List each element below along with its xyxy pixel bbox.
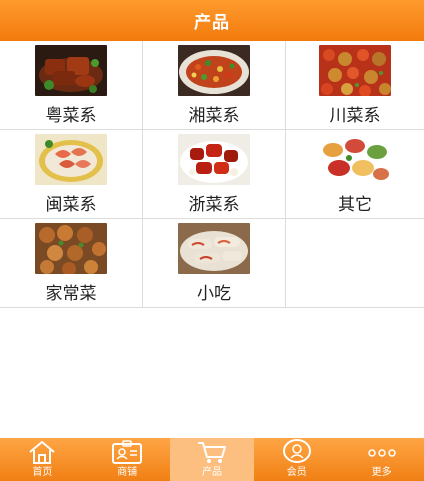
bottom-tab-bar: 首页 商铺 产品 会员 更多 bbox=[0, 438, 424, 481]
mixed-dim-sum-dish-image bbox=[319, 134, 391, 185]
more-dots-icon bbox=[366, 438, 398, 466]
tab-shop[interactable]: 商铺 bbox=[85, 438, 170, 481]
top-bar: 产品 bbox=[0, 0, 424, 41]
tab-label: 更多 bbox=[371, 467, 392, 478]
category-item-other[interactable]: 其它 bbox=[286, 130, 424, 219]
category-label: 小吃 bbox=[197, 284, 231, 304]
category-item-yue[interactable]: 粤菜系 bbox=[0, 41, 143, 130]
tab-home[interactable]: 首页 bbox=[0, 438, 85, 481]
spicy-chili-fish-dish-image bbox=[178, 45, 250, 96]
dry-chili-chicken-dish-image bbox=[319, 45, 391, 96]
tab-more[interactable]: 更多 bbox=[339, 438, 424, 481]
braised-pork-dish-image bbox=[35, 45, 107, 96]
category-item-chuan[interactable]: 川菜系 bbox=[286, 41, 424, 130]
member-icon bbox=[281, 438, 313, 466]
category-label: 浙菜系 bbox=[188, 195, 240, 215]
category-label: 粤菜系 bbox=[45, 106, 97, 126]
tab-products[interactable]: 产品 bbox=[169, 438, 255, 481]
category-label: 湘菜系 bbox=[188, 106, 240, 126]
sweet-sour-ribs-dish-image bbox=[178, 134, 250, 185]
rice-noodle-rolls-dish-image bbox=[178, 223, 250, 274]
shop-id-card-icon bbox=[111, 438, 143, 466]
category-label: 闽菜系 bbox=[45, 195, 97, 215]
category-label: 家常菜 bbox=[45, 284, 97, 304]
category-item-xiang[interactable]: 湘菜系 bbox=[143, 41, 286, 130]
tab-label: 会员 bbox=[286, 467, 307, 478]
tab-label: 商铺 bbox=[117, 467, 138, 478]
shopping-cart-icon bbox=[196, 438, 228, 466]
empty-cell bbox=[286, 219, 424, 308]
stir-fry-meat-dish-image bbox=[35, 223, 107, 274]
category-label: 川菜系 bbox=[329, 106, 381, 126]
tab-label: 首页 bbox=[32, 467, 53, 478]
shrimp-platter-dish-image bbox=[35, 134, 107, 185]
tab-label: 产品 bbox=[201, 467, 222, 478]
category-item-home-style[interactable]: 家常菜 bbox=[0, 219, 143, 308]
category-grid: 粤菜系 湘菜系 川菜系 闽菜系 浙菜系 其它 家常菜 小吃 bbox=[0, 41, 424, 308]
category-label: 其它 bbox=[338, 195, 372, 215]
home-icon bbox=[26, 438, 58, 466]
category-item-min[interactable]: 闽菜系 bbox=[0, 130, 143, 219]
page-title: 产品 bbox=[194, 13, 230, 33]
category-item-zhe[interactable]: 浙菜系 bbox=[143, 130, 286, 219]
tab-member[interactable]: 会员 bbox=[254, 438, 339, 481]
app-root: 产品 粤菜系 湘菜系 川菜系 闽菜系 浙菜系 其它 家常菜 小吃 首页 商铺 产… bbox=[0, 0, 424, 481]
category-item-snacks[interactable]: 小吃 bbox=[143, 219, 286, 308]
